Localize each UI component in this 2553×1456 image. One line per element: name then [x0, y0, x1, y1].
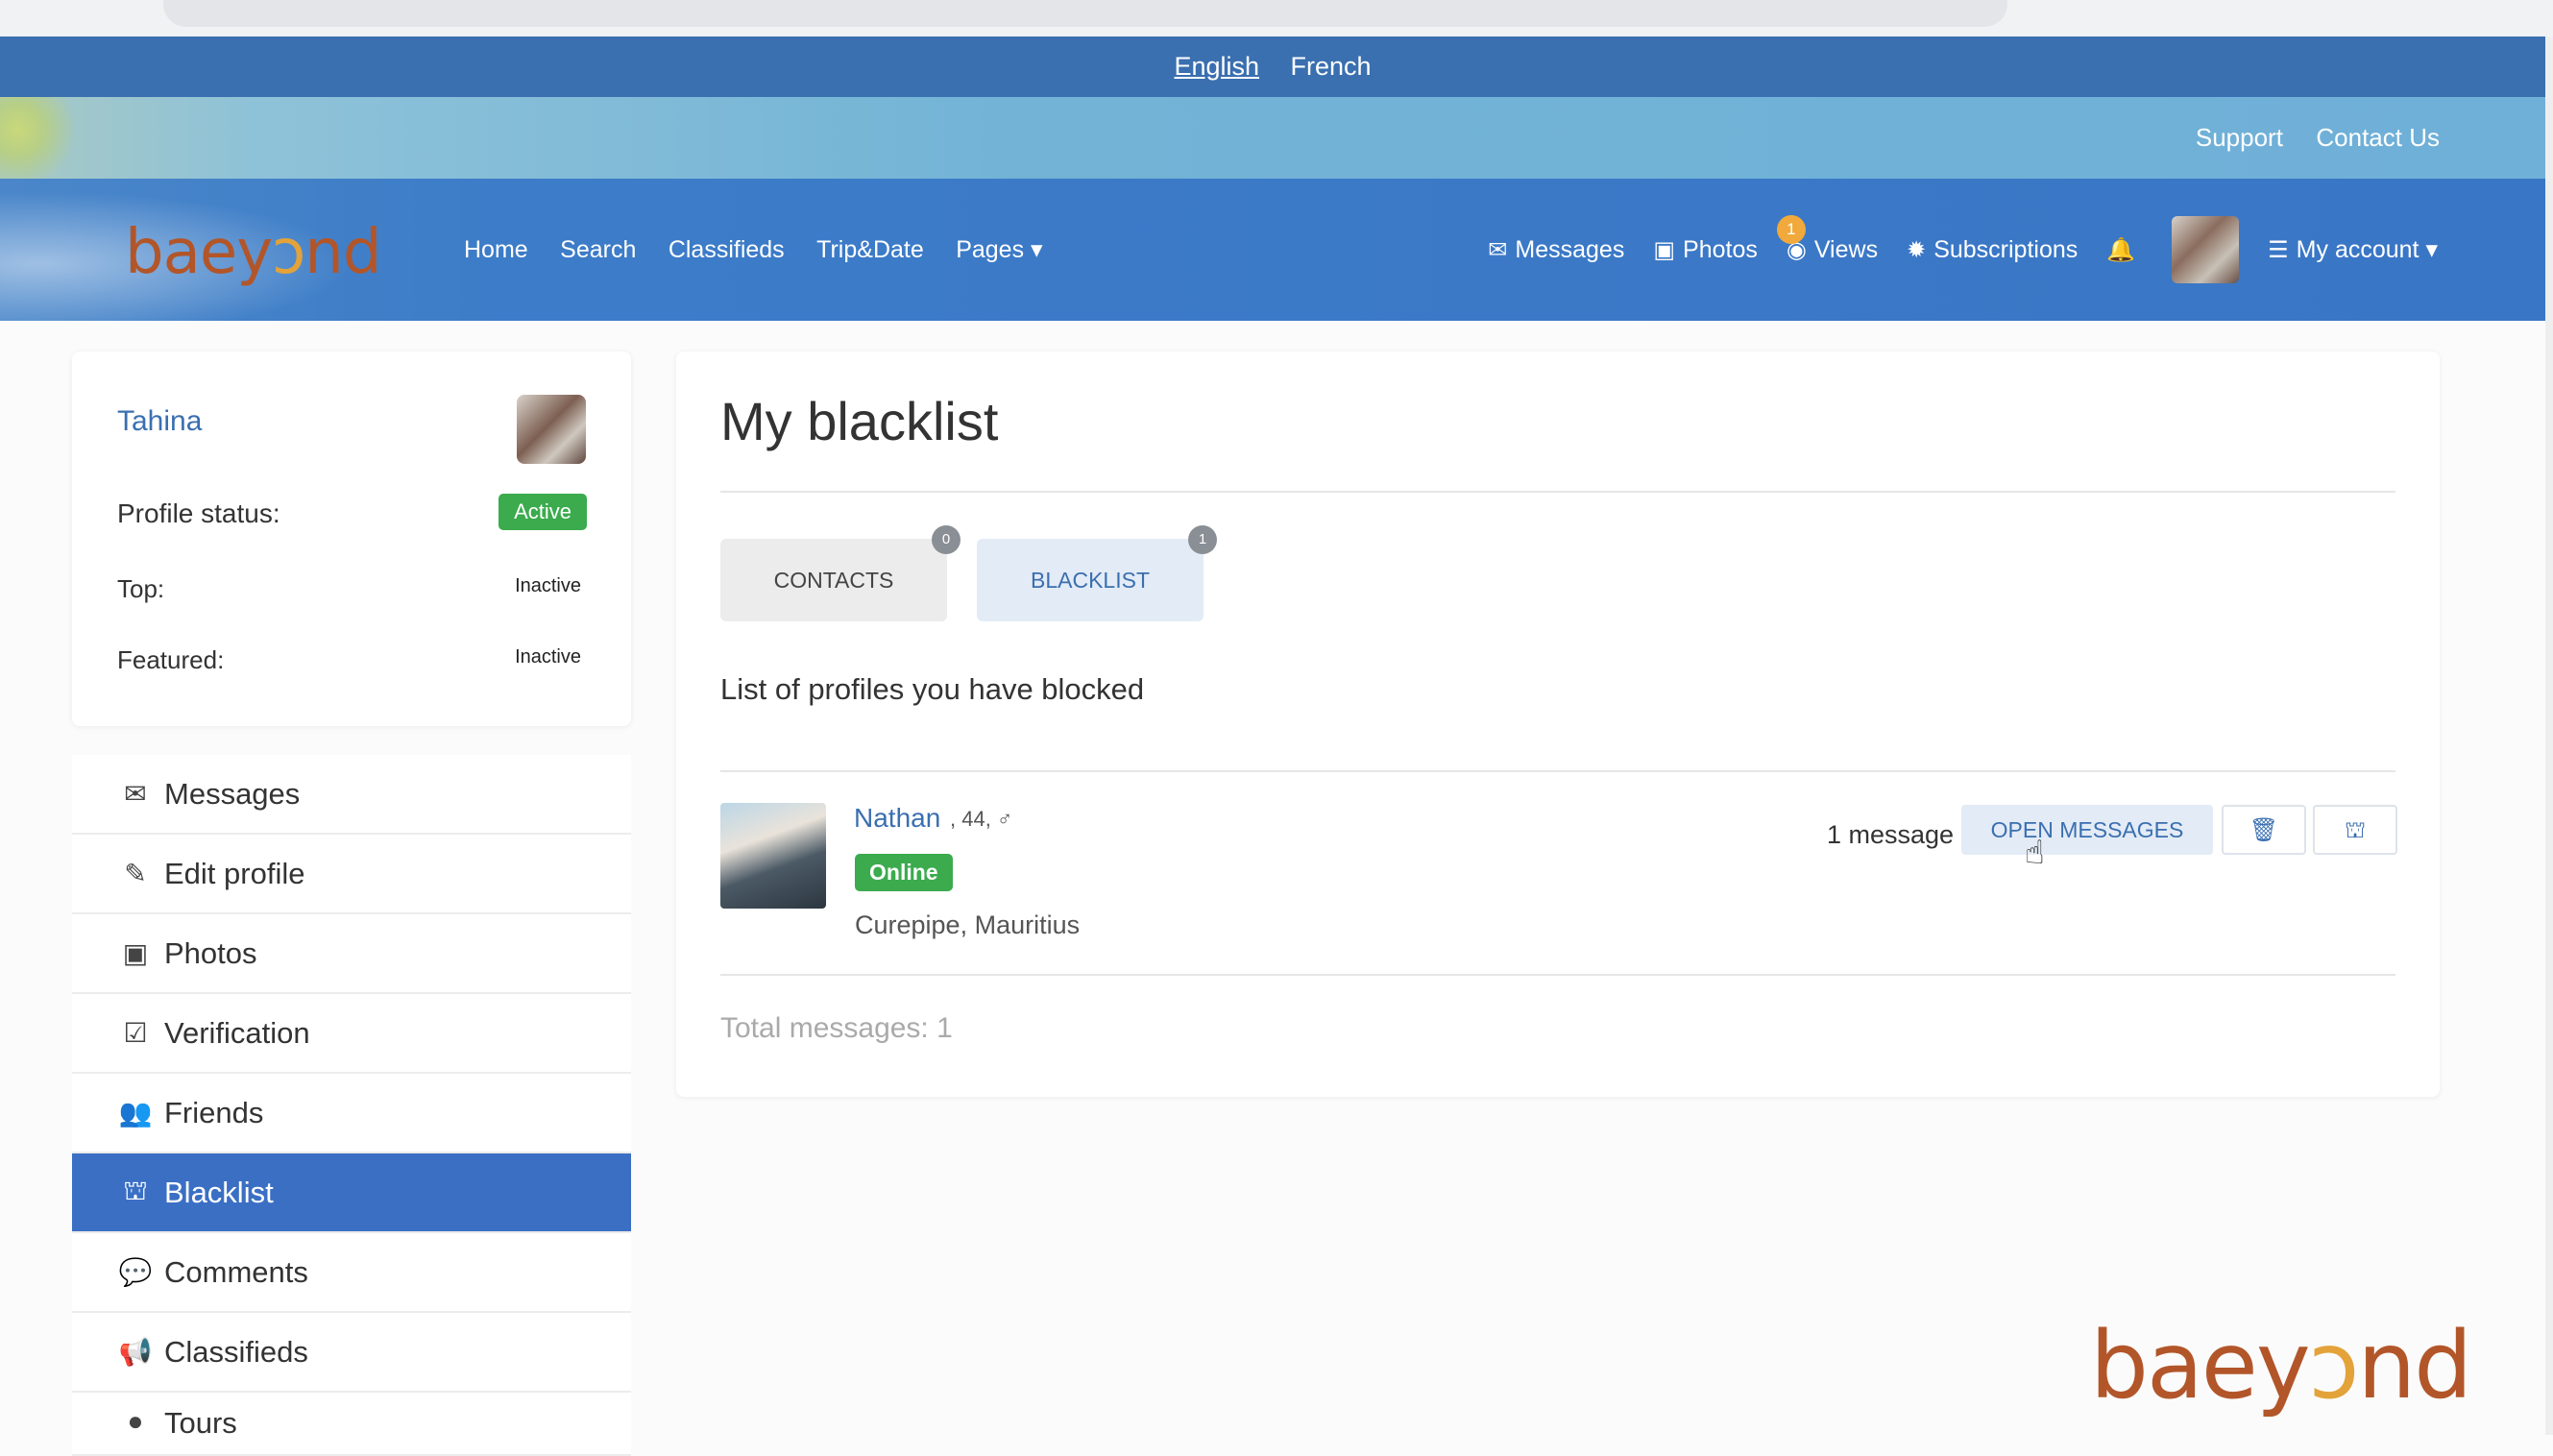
notifications-bell[interactable]: 🔔 — [2106, 236, 2143, 264]
blocked-user-meta: , 44, ♂ — [950, 807, 1013, 831]
profile-status-label: Profile status: — [117, 498, 280, 528]
sidebar-item-classifieds[interactable]: 📢 Classifieds — [72, 1313, 631, 1393]
envelope-icon: ✉ — [1488, 236, 1508, 263]
divider — [720, 491, 2395, 493]
location-icon: ● — [127, 1406, 144, 1436]
image-icon: ▣ — [122, 938, 149, 968]
megaphone-icon: 📢 — [118, 1337, 153, 1367]
blocked-user-avatar[interactable] — [720, 803, 826, 909]
lang-english-link[interactable]: English — [1174, 36, 1259, 97]
sidebar-item-photos[interactable]: ▣ Photos — [72, 914, 631, 994]
header-banner: Support Contact Us — [0, 97, 2545, 179]
unblock-button[interactable]: ⛫ — [2313, 805, 2397, 855]
language-bar: English French — [0, 36, 2545, 97]
tab-blacklist[interactable]: BLACKLIST 1 — [977, 525, 1217, 621]
support-link[interactable]: Support — [2196, 123, 2283, 152]
divider — [720, 770, 2395, 772]
status-badge: Active — [498, 494, 587, 530]
featured-label: Featured: — [117, 645, 225, 674]
sidebar-menu: ✉ Messages ✎ Edit profile ▣ Photos ☑ Verific… — [72, 755, 631, 1456]
blacklist-panel: My blacklist CONTACTS 0 BLACKLIST 1 List o… — [676, 352, 2440, 1097]
featured-value: Inactive — [515, 646, 581, 667]
main-navbar: baeyɔnd Home Search Classifieds Trip&Dat… — [0, 179, 2545, 321]
blacklist-icon: ⛫ — [123, 1175, 148, 1205]
profile-name-link[interactable]: Tahina — [117, 405, 202, 438]
nav-my-account-dropdown[interactable]: ☰ My account ▾ — [2268, 235, 2438, 264]
trash-icon: 🗑 — [2249, 817, 2279, 843]
online-badge: Online — [855, 854, 953, 891]
pointer-hand-icon: ☝ — [2025, 835, 2045, 871]
image-icon: ▣ — [1653, 236, 1676, 263]
top-value: Inactive — [515, 575, 581, 596]
browser-chrome — [0, 0, 2553, 36]
address-bar[interactable] — [163, 0, 2007, 27]
views-badge: 1 — [1776, 214, 1806, 244]
edit-icon: ✎ — [124, 859, 147, 888]
sidebar-item-verification[interactable]: ☑ Verification — [72, 994, 631, 1074]
total-messages: Total messages: 1 — [720, 1012, 953, 1044]
nav-messages[interactable]: ✉ Messages — [1488, 236, 1624, 264]
sidebar-item-messages[interactable]: ✉ Messages — [72, 755, 631, 835]
page-scrollbar[interactable] — [2545, 36, 2553, 1435]
sidebar-item-comments[interactable]: 💬 Comments — [72, 1233, 631, 1313]
footer-logo: baeyɔnd — [2090, 1312, 2472, 1420]
envelope-icon: ✉ — [124, 779, 147, 809]
blacklist-count-badge: 1 — [1188, 525, 1217, 554]
divider — [720, 974, 2395, 976]
nav-links: Home Search Classifieds Trip&Date Pages … — [464, 179, 1071, 325]
user-avatar[interactable] — [2172, 216, 2240, 283]
checkbox-icon: ☑ — [123, 1018, 148, 1048]
blocked-user-name-link[interactable]: Nathan — [854, 803, 940, 834]
sidebar-item-blacklist[interactable]: ⛫ Blacklist — [72, 1153, 631, 1233]
blacklist-icon: ⛫ — [2344, 817, 2367, 843]
sidebar-item-friends[interactable]: 👥 Friends — [72, 1074, 631, 1153]
blacklist-description: List of profiles you have blocked — [720, 672, 1145, 706]
gear-badge-icon: ✹ — [1907, 236, 1927, 263]
top-links: Support Contact Us — [2167, 97, 2440, 182]
delete-button[interactable]: 🗑 — [2222, 805, 2306, 855]
tab-contacts[interactable]: CONTACTS 0 — [720, 525, 960, 621]
banner-decoration — [0, 97, 86, 179]
profile-card: Tahina Profile status: Active Top: Inact… — [72, 352, 631, 726]
contacts-count-badge: 0 — [932, 525, 960, 554]
users-icon: 👥 — [118, 1098, 153, 1128]
sidebar-item-tours[interactable]: ● Tours — [72, 1393, 631, 1456]
open-messages-button[interactable]: OPEN MESSAGES — [1961, 805, 2213, 855]
list-icon: ☰ — [2268, 236, 2289, 263]
contact-us-link[interactable]: Contact Us — [2316, 123, 2440, 152]
nav-search[interactable]: Search — [560, 236, 636, 263]
sidebar-item-edit-profile[interactable]: ✎ Edit profile — [72, 835, 631, 914]
nav-right: ✉ Messages ▣ Photos 1 ◉ Views ✹ Subscriptions… — [1459, 179, 2438, 321]
comments-icon: 💬 — [118, 1257, 153, 1287]
top-label: Top: — [117, 574, 165, 603]
nav-classifieds[interactable]: Classifieds — [669, 236, 785, 263]
message-count: 1 message — [1827, 820, 1955, 849]
nav-home[interactable]: Home — [464, 236, 528, 263]
nav-pages-dropdown[interactable]: Pages ▾ — [956, 236, 1042, 263]
nav-photos[interactable]: ▣ Photos — [1653, 236, 1758, 264]
page-title: My blacklist — [720, 391, 999, 451]
lang-french-link[interactable]: French — [1290, 36, 1371, 97]
nav-tripdate[interactable]: Trip&Date — [816, 236, 924, 263]
bell-icon: 🔔 — [2106, 236, 2136, 263]
nav-subscriptions[interactable]: ✹ Subscriptions — [1907, 236, 2078, 264]
profile-avatar[interactable] — [517, 395, 586, 464]
blocked-user-location: Curepipe, Mauritius — [855, 910, 1081, 939]
site-logo[interactable]: baeyɔnd — [125, 217, 381, 288]
nav-views[interactable]: 1 ◉ Views — [1776, 214, 1878, 264]
